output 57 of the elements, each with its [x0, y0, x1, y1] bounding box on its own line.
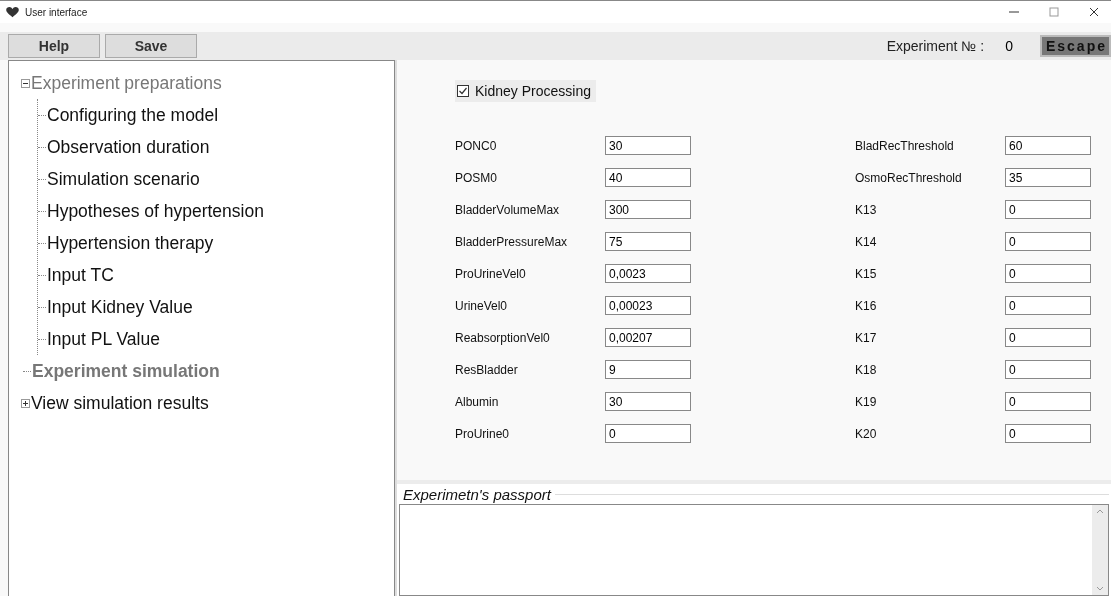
parameter-field[interactable]: 0,00023	[605, 296, 691, 315]
scroll-down-icon[interactable]	[1096, 586, 1104, 591]
parameter-field[interactable]: 0	[1005, 328, 1091, 347]
parameter-label: ProUrine0	[455, 426, 511, 441]
parameter-label: ReabsorptionVel0	[455, 330, 551, 345]
parameter-label: K18	[855, 362, 878, 377]
parameter-label: ProUrineVel0	[455, 266, 527, 281]
expander-icon[interactable]	[21, 398, 30, 408]
window-title: User interface	[25, 6, 88, 18]
heart-icon	[6, 6, 19, 18]
parameter-field[interactable]: 0	[1005, 200, 1091, 219]
parameter-field[interactable]: 0,00207	[605, 328, 691, 347]
experiment-label: Experiment № :	[886, 38, 985, 54]
parameter-label: OsmoRecThreshold	[855, 170, 963, 185]
escape-button[interactable]: Escape	[1039, 35, 1111, 57]
parameter-label: Albumin	[455, 394, 500, 409]
parameter-field[interactable]: 30	[605, 136, 691, 155]
parameter-label: K13	[855, 202, 878, 217]
parameter-label: POSM0	[455, 170, 498, 185]
parameter-label: K19	[855, 394, 878, 409]
parameter-field[interactable]: 9	[605, 360, 691, 379]
parameter-field[interactable]: 0	[1005, 392, 1091, 411]
parameter-label: BladderVolumeMax	[455, 202, 561, 217]
parameter-field[interactable]: 60	[1005, 136, 1091, 155]
parameter-field[interactable]: 0	[1005, 424, 1091, 443]
parameter-label: PONC0	[455, 138, 498, 153]
passport-title: Experimetn's passport	[402, 485, 553, 503]
parameter-label: UrineVel0	[455, 298, 509, 313]
close-icon[interactable]	[1089, 7, 1099, 17]
checkbox[interactable]	[457, 85, 469, 97]
parameter-field[interactable]: 0	[1005, 264, 1091, 283]
parameter-field[interactable]: 40	[605, 168, 691, 187]
passport-text-area[interactable]	[399, 504, 1109, 596]
parameter-field[interactable]: 30	[605, 392, 691, 411]
parameter-label: K20	[855, 426, 878, 441]
parameter-field[interactable]: 0	[1005, 360, 1091, 379]
parameter-field[interactable]: 35	[1005, 168, 1091, 187]
parameter-label: BladderPressureMax	[455, 234, 569, 249]
parameter-label: K16	[855, 298, 878, 313]
parameter-field[interactable]: 75	[605, 232, 691, 251]
parameter-field[interactable]: 0	[605, 424, 691, 443]
experiment-number: 0	[1005, 38, 1013, 54]
parameter-label: K14	[855, 234, 878, 249]
scrollbar[interactable]	[1092, 505, 1108, 595]
parameter-field[interactable]: 0,0023	[605, 264, 691, 283]
maximize-icon[interactable]	[1049, 7, 1059, 17]
parameter-field[interactable]: 0	[1005, 296, 1091, 315]
parameter-label: ResBladder	[455, 362, 519, 377]
toolbar-button[interactable]: Save	[105, 34, 197, 58]
parameter-field[interactable]: 300	[605, 200, 691, 219]
parameter-label: K17	[855, 330, 878, 345]
parameter-label: BladRecThreshold	[855, 138, 955, 153]
tree-item[interactable]: View simulation results	[31, 392, 209, 414]
scroll-up-icon[interactable]	[1096, 509, 1104, 514]
parameter-label: K15	[855, 266, 878, 281]
toolbar-button[interactable]: Help	[8, 34, 100, 58]
parameter-field[interactable]: 0	[1005, 232, 1091, 251]
